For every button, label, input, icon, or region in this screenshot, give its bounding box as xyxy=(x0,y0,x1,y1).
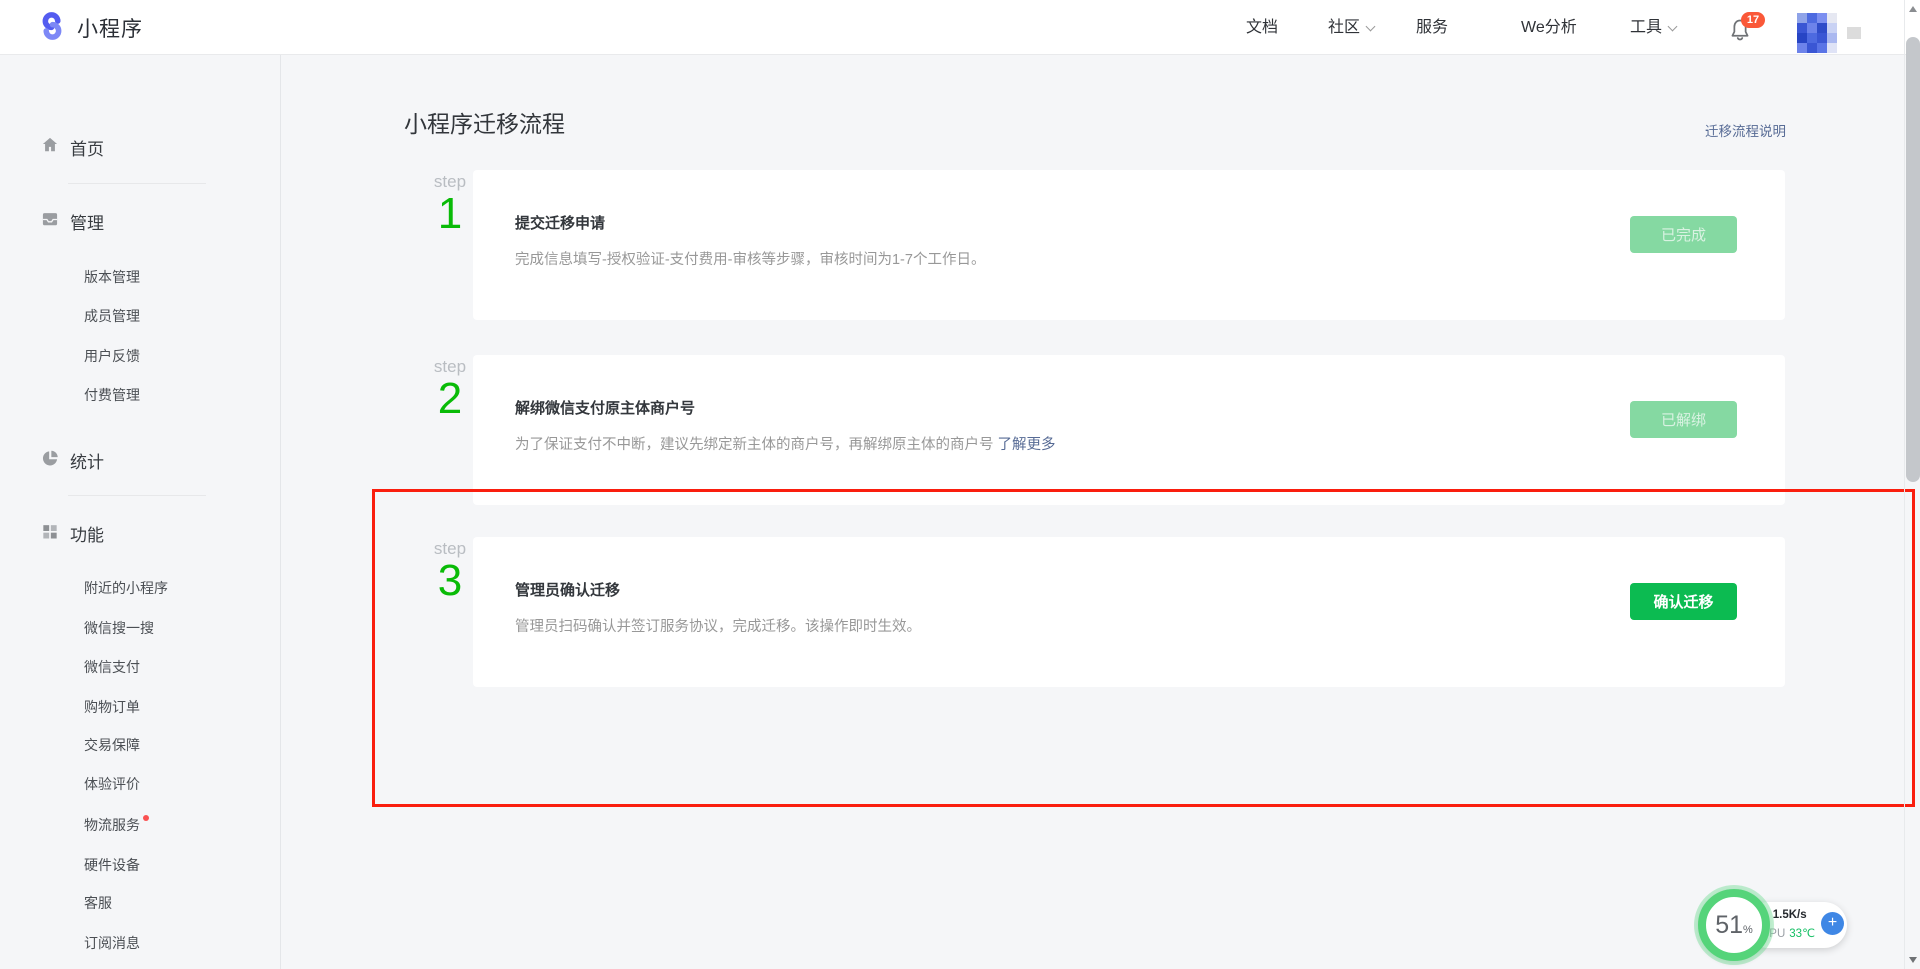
step-1-desc: 完成信息填写-授权验证-支付费用-审核等步骤，审核时间为1-7个工作日。 xyxy=(515,248,985,269)
step-2-card: 解绑微信支付原主体商户号 为了保证支付不中断，建议先绑定新主体的商户号，再解绑原… xyxy=(473,355,1785,505)
step-1-indicator: step 1 xyxy=(424,173,476,237)
sidebar-item-experience-rating[interactable]: 体验评价 xyxy=(84,773,140,795)
sidebar-item-features[interactable]: 功能 xyxy=(40,519,104,547)
chevron-down-icon xyxy=(1668,22,1678,32)
migration-help-link[interactable]: 迁移流程说明 xyxy=(1705,120,1786,140)
scrollbar-up-arrow[interactable] xyxy=(1909,6,1917,12)
step-2-title: 解绑微信支付原主体商户号 xyxy=(515,397,695,418)
app-screen: 小程序 文档 社区 服务 We分析 工具 17 首页 xyxy=(0,0,1920,969)
sidebar-item-pay-manage[interactable]: 付费管理 xyxy=(84,384,140,406)
step-1-card: 提交迁移申请 完成信息填写-授权验证-支付费用-审核等步骤，审核时间为1-7个工… xyxy=(473,170,1785,320)
vertical-scrollbar xyxy=(1904,0,1920,969)
miniprogram-logo-icon xyxy=(36,10,68,47)
sidebar-divider xyxy=(68,183,206,184)
sidebar-item-shopping-orders[interactable]: 购物订单 xyxy=(84,696,140,718)
nav-docs[interactable]: 文档 xyxy=(1246,0,1278,55)
cpu-temperature: 33℃ xyxy=(1789,928,1815,940)
scrollbar-thumb[interactable] xyxy=(1906,37,1920,482)
sidebar-item-logistics-service[interactable]: 物流服务 xyxy=(84,814,149,836)
new-badge-dot xyxy=(143,815,149,821)
sidebar-item-version-manage[interactable]: 版本管理 xyxy=(84,266,140,288)
grid-icon xyxy=(40,521,60,546)
sidebar-divider xyxy=(68,495,206,496)
avatar[interactable] xyxy=(1797,13,1837,53)
network-speed: 1.5K/s xyxy=(1773,909,1807,921)
sidebar-item-trade-guarantee[interactable]: 交易保障 xyxy=(84,734,140,756)
chevron-down-icon xyxy=(1366,22,1376,32)
nav-tools[interactable]: 工具 xyxy=(1630,0,1676,55)
pie-chart-icon xyxy=(40,448,60,473)
page-title: 小程序迁移流程 xyxy=(404,105,565,139)
sidebar-item-home[interactable]: 首页 xyxy=(40,133,104,161)
sidebar-item-member-manage[interactable]: 成员管理 xyxy=(84,305,140,327)
nav-community[interactable]: 社区 xyxy=(1328,0,1374,55)
sidebar-item-wechat-pay[interactable]: 微信支付 xyxy=(84,656,140,678)
nav-services[interactable]: 服务 xyxy=(1416,0,1448,55)
notification-count-badge: 17 xyxy=(1741,12,1765,28)
monitor-plus-button[interactable]: + xyxy=(1821,912,1844,935)
sidebar-item-manage[interactable]: 管理 xyxy=(40,207,104,235)
sidebar-item-nearby-miniprograms[interactable]: 附近的小程序 xyxy=(84,577,168,599)
scrollbar-down-arrow[interactable] xyxy=(1909,957,1917,963)
percent-sign: % xyxy=(1743,924,1753,936)
memory-usage-ring[interactable]: 51 % xyxy=(1698,889,1770,961)
sidebar-item-customer-service[interactable]: 客服 xyxy=(84,892,112,914)
confirm-migration-button[interactable]: 确认迁移 xyxy=(1630,583,1737,620)
tray-icon xyxy=(40,209,60,234)
logo-title: 小程序 xyxy=(77,13,143,43)
sidebar: 首页 管理 版本管理 成员管理 用户反馈 付费管理 统计 xyxy=(0,55,281,969)
step-3-title: 管理员确认迁移 xyxy=(515,579,620,600)
sidebar-item-hardware-devices[interactable]: 硬件设备 xyxy=(84,854,140,876)
memory-percent: 51 xyxy=(1715,911,1743,940)
avatar-side-square xyxy=(1847,27,1861,39)
top-navbar: 小程序 文档 社区 服务 We分析 工具 17 xyxy=(0,0,1920,55)
home-icon xyxy=(40,135,60,160)
sidebar-item-wechat-search[interactable]: 微信搜一搜 xyxy=(84,617,154,639)
step-1-done-button: 已完成 xyxy=(1630,216,1737,253)
sidebar-item-subscribe-messages[interactable]: 订阅消息 xyxy=(84,932,140,954)
step-2-unbound-button: 已解绑 xyxy=(1630,401,1737,438)
step-1-title: 提交迁移申请 xyxy=(515,212,605,233)
sidebar-item-stats[interactable]: 统计 xyxy=(40,446,104,474)
step-2-desc: 为了保证支付不中断，建议先绑定新主体的商户号，再解绑原主体的商户号 了解更多 xyxy=(515,433,1056,454)
step-2-indicator: step 2 xyxy=(424,358,476,422)
step-3-card: 管理员确认迁移 管理员扫码确认并签订服务协议，完成迁移。该操作即时生效。 确认迁… xyxy=(473,537,1785,687)
learn-more-link[interactable]: 了解更多 xyxy=(998,437,1056,453)
step-3-desc: 管理员扫码确认并签订服务协议，完成迁移。该操作即时生效。 xyxy=(515,615,921,636)
step-3-indicator: step 3 xyxy=(424,540,476,604)
nav-we-analytics[interactable]: We分析 xyxy=(1521,0,1577,55)
sidebar-item-user-feedback[interactable]: 用户反馈 xyxy=(84,345,140,367)
logo[interactable]: 小程序 xyxy=(36,11,143,45)
